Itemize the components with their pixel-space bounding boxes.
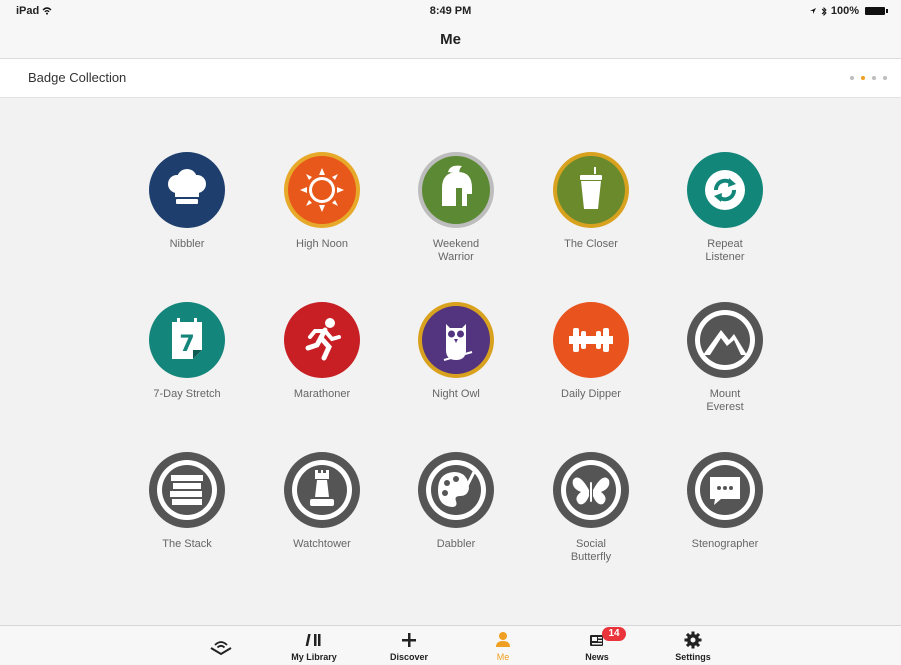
status-right: 100%	[809, 5, 888, 17]
library-icon	[305, 634, 321, 646]
spartan-helmet-icon	[418, 152, 494, 228]
repeat-icon	[687, 152, 763, 228]
status-bar: iPad 8:49 PM 100%	[0, 0, 901, 22]
calendar-seven-icon: 7	[149, 302, 225, 378]
badge-label: Weekend Warrior	[432, 238, 480, 263]
person-icon	[496, 632, 510, 647]
rook-tower-icon	[284, 452, 360, 528]
page-dot-active[interactable]	[861, 76, 865, 80]
mountain-icon	[687, 302, 763, 378]
page-dot[interactable]	[872, 76, 876, 80]
badge-high-noon[interactable]: High Noon	[267, 150, 377, 251]
badge-label: The Closer	[564, 238, 618, 250]
badge-grid: Nibbler High Noon Weekend Warrior The Cl…	[0, 97, 901, 625]
plus-icon	[402, 633, 416, 647]
tab-label: Settings	[675, 652, 711, 662]
battery-icon	[865, 7, 888, 15]
badge-label: Nibbler	[169, 238, 205, 250]
badge-7-day-stretch[interactable]: 7 7-Day Stretch	[132, 300, 242, 401]
badge-label: Daily Dipper	[561, 388, 621, 400]
badge-label: Watchtower	[293, 538, 351, 550]
navigation-bar: Me	[0, 22, 901, 59]
section-title: Badge Collection	[28, 70, 127, 85]
palette-icon	[418, 452, 494, 528]
badge-daily-dipper[interactable]: Daily Dipper	[536, 300, 646, 401]
tab-label: Me	[496, 652, 510, 662]
location-icon	[809, 8, 816, 14]
badge-label: The Stack	[162, 538, 212, 550]
badge-stenographer[interactable]: Stenographer	[670, 450, 780, 551]
badge-label: Social Butterfly	[570, 538, 612, 563]
badge-the-stack[interactable]: The Stack	[132, 450, 242, 551]
badge-label: High Noon	[296, 238, 348, 250]
speech-bubble-icon	[687, 452, 763, 528]
badge-marathoner[interactable]: Marathoner	[267, 300, 377, 401]
svg-text:7: 7	[179, 332, 194, 357]
bluetooth-icon	[821, 6, 827, 16]
badge-repeat-listener[interactable]: Repeat Listener	[670, 150, 780, 264]
runner-icon	[284, 302, 360, 378]
page-dot[interactable]	[883, 76, 887, 80]
badge-label: 7-Day Stretch	[153, 388, 221, 400]
audible-logo-icon	[210, 641, 232, 656]
tab-discover[interactable]: Discover	[374, 630, 444, 662]
badge-collection-header: Badge Collection	[0, 59, 901, 98]
tab-me[interactable]: Me	[468, 630, 538, 662]
owl-icon	[418, 302, 494, 378]
badge-label: Night Owl	[432, 388, 480, 400]
battery-percent: 100%	[830, 5, 859, 17]
badge-mount-everest[interactable]: Mount Everest	[670, 300, 780, 414]
badge-night-owl[interactable]: Night Owl	[401, 300, 511, 401]
badge-label: Dabbler	[436, 538, 476, 550]
tab-label: News	[585, 652, 609, 662]
tab-bar: My Library Discover Me 14 News Settings	[0, 625, 901, 665]
page-dot[interactable]	[850, 76, 854, 80]
sun-icon	[284, 152, 360, 228]
page-title: Me	[440, 31, 461, 48]
tab-label: My Library	[291, 652, 337, 662]
badge-label: Mount Everest	[706, 388, 744, 413]
badge-the-closer[interactable]: The Closer	[536, 150, 646, 251]
badge-social-butterfly[interactable]: Social Butterfly	[536, 450, 646, 564]
badge-watchtower[interactable]: Watchtower	[267, 450, 377, 551]
tab-news[interactable]: 14 News	[562, 627, 632, 662]
gear-icon	[684, 631, 702, 649]
tab-audible-home[interactable]	[186, 636, 256, 656]
badge-weekend-warrior[interactable]: Weekend Warrior	[401, 150, 511, 264]
chef-hat-icon	[149, 152, 225, 228]
dumbbell-icon	[553, 302, 629, 378]
tab-label: Discover	[389, 652, 429, 662]
butterfly-icon	[553, 452, 629, 528]
badge-nibbler[interactable]: Nibbler	[132, 150, 242, 251]
tab-my-library[interactable]: My Library	[279, 630, 349, 662]
badge-label: Marathoner	[293, 388, 351, 400]
coffee-cup-icon	[553, 152, 629, 228]
badge-dabbler[interactable]: Dabbler	[401, 450, 511, 551]
tab-settings[interactable]: Settings	[658, 630, 728, 662]
book-stack-icon	[149, 452, 225, 528]
news-count-badge: 14	[602, 627, 626, 641]
badge-label: Stenographer	[691, 538, 759, 550]
clock: 8:49 PM	[429, 5, 472, 17]
badge-label: Repeat Listener	[705, 238, 745, 263]
page-indicator[interactable]	[850, 76, 887, 80]
